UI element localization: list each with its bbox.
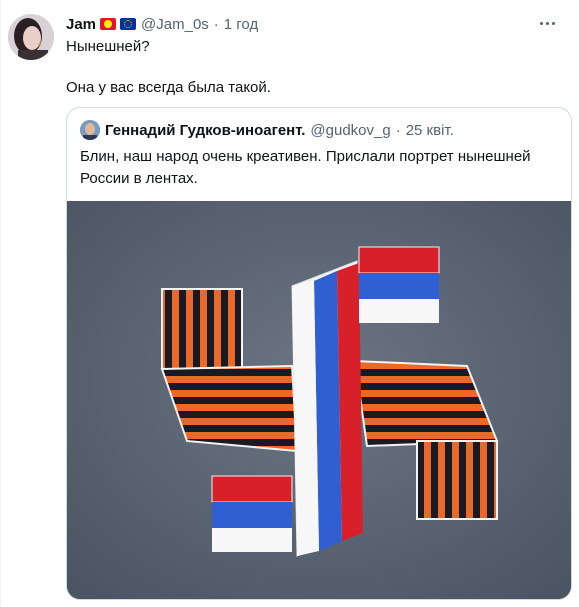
quoted-tweet-text: Блин, наш народ очень креативен. Прислал… <box>80 148 531 187</box>
quoted-user-handle: @gudkov_g <box>310 121 391 139</box>
separator-dot: · <box>213 15 219 33</box>
ribbon-artwork-image <box>67 201 571 599</box>
tweet-header: Jam⁣ @Jam_0s · 1 год <box>66 14 258 34</box>
tweet-text-line-1: Нынешней? <box>66 38 150 55</box>
tweet-text-line-2: Она у вас всегда была такой. <box>66 79 271 96</box>
user-name[interactable]: Jam⁣ <box>66 16 96 33</box>
kyrgyzstan-flag-icon <box>100 18 117 30</box>
quoted-user-avatar <box>80 120 100 140</box>
tweet-timestamp[interactable]: 1 год <box>224 16 258 33</box>
quoted-tweet-card[interactable]: Геннадий Гудков-иноагент. @gudkov_g · 25… <box>66 107 572 600</box>
quoted-tweet-date: 25 квіт. <box>405 121 454 139</box>
quoted-user-name: Геннадий Гудков-иноагент. <box>105 121 306 139</box>
thread-divider <box>0 0 1 607</box>
quoted-tweet-header: Геннадий Гудков-иноагент. @gudkov_g · 25… <box>80 120 454 140</box>
user-handle[interactable]: @Jam_0s <box>141 16 209 33</box>
quoted-separator-dot: · <box>395 121 401 139</box>
eu-flag-icon <box>120 18 137 30</box>
quoted-tweet-image[interactable] <box>67 201 571 599</box>
user-avatar[interactable] <box>8 14 54 60</box>
more-dots-icon[interactable] <box>535 13 559 33</box>
